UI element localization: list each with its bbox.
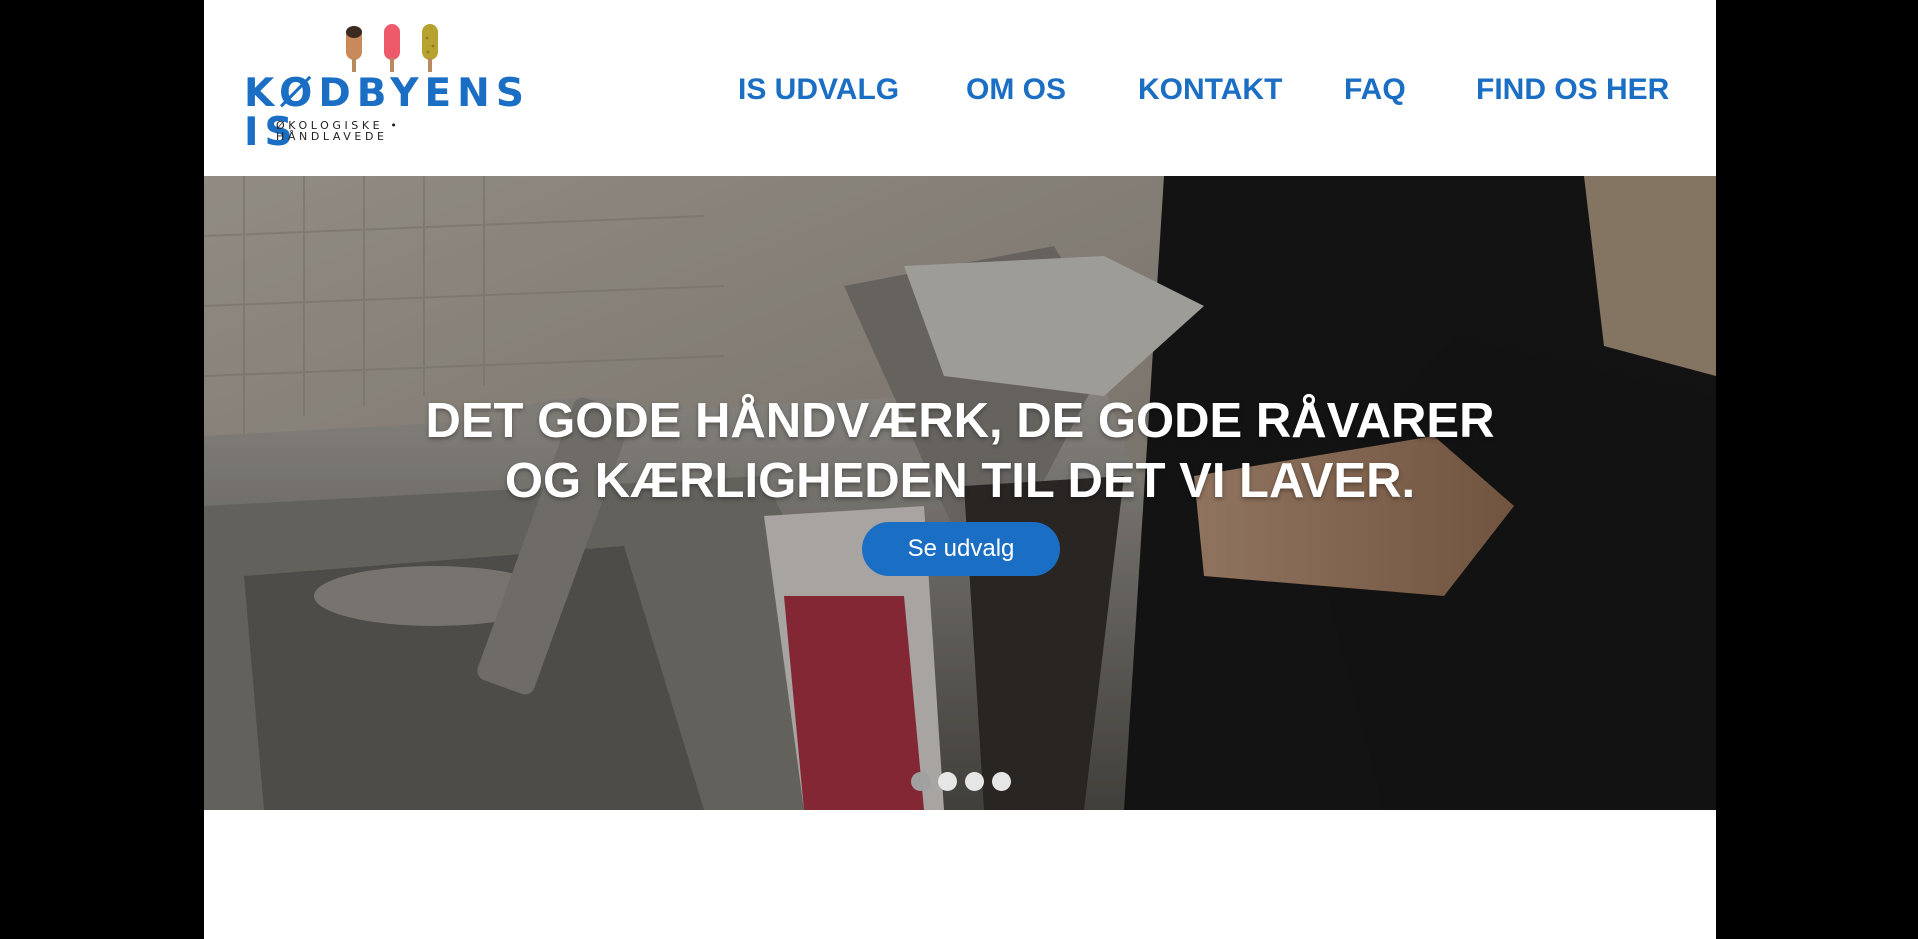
slide-dot-4[interactable]	[992, 772, 1011, 791]
se-udvalg-button[interactable]: Se udvalg	[862, 522, 1060, 576]
nav-item-faq[interactable]: FAQ	[1344, 70, 1406, 110]
popsicles-logo-icon	[346, 24, 438, 72]
slide-dot-3[interactable]	[965, 772, 984, 791]
hero-slider: DET GODE HÅNDVÆRK, DE GODE RÅVARER OG KÆ…	[204, 176, 1716, 810]
main-nav: IS UDVALG OM OS KONTAKT FAQ FIND OS HER	[204, 70, 1716, 110]
page: KØDBYENS IS ØKOLOGISKE • HÅNDLAVEDE IS U…	[204, 0, 1716, 939]
nav-item-kontakt[interactable]: KONTAKT	[1138, 70, 1282, 110]
hero-headline-line-1: DET GODE HÅNDVÆRK, DE GODE RÅVARER	[425, 393, 1495, 448]
brand-tagline: ØKOLOGISKE • HÅNDLAVEDE	[276, 119, 401, 143]
hero-headline-line-2: OG KÆRLIGHEDEN TIL DET VI LAVER.	[504, 453, 1416, 508]
nav-item-is-udvalg[interactable]: IS UDVALG	[738, 70, 899, 110]
slide-dot-2[interactable]	[938, 772, 957, 791]
slider-pagination	[911, 772, 1021, 792]
nav-item-find-os-her[interactable]: FIND OS HER	[1476, 70, 1669, 110]
hero-headline: DET GODE HÅNDVÆRK, DE GODE RÅVARER OG KÆ…	[204, 391, 1716, 511]
nav-item-om-os[interactable]: OM OS	[966, 70, 1066, 110]
site-header: KØDBYENS IS ØKOLOGISKE • HÅNDLAVEDE IS U…	[204, 0, 1716, 176]
slide-dot-1[interactable]	[911, 772, 930, 791]
